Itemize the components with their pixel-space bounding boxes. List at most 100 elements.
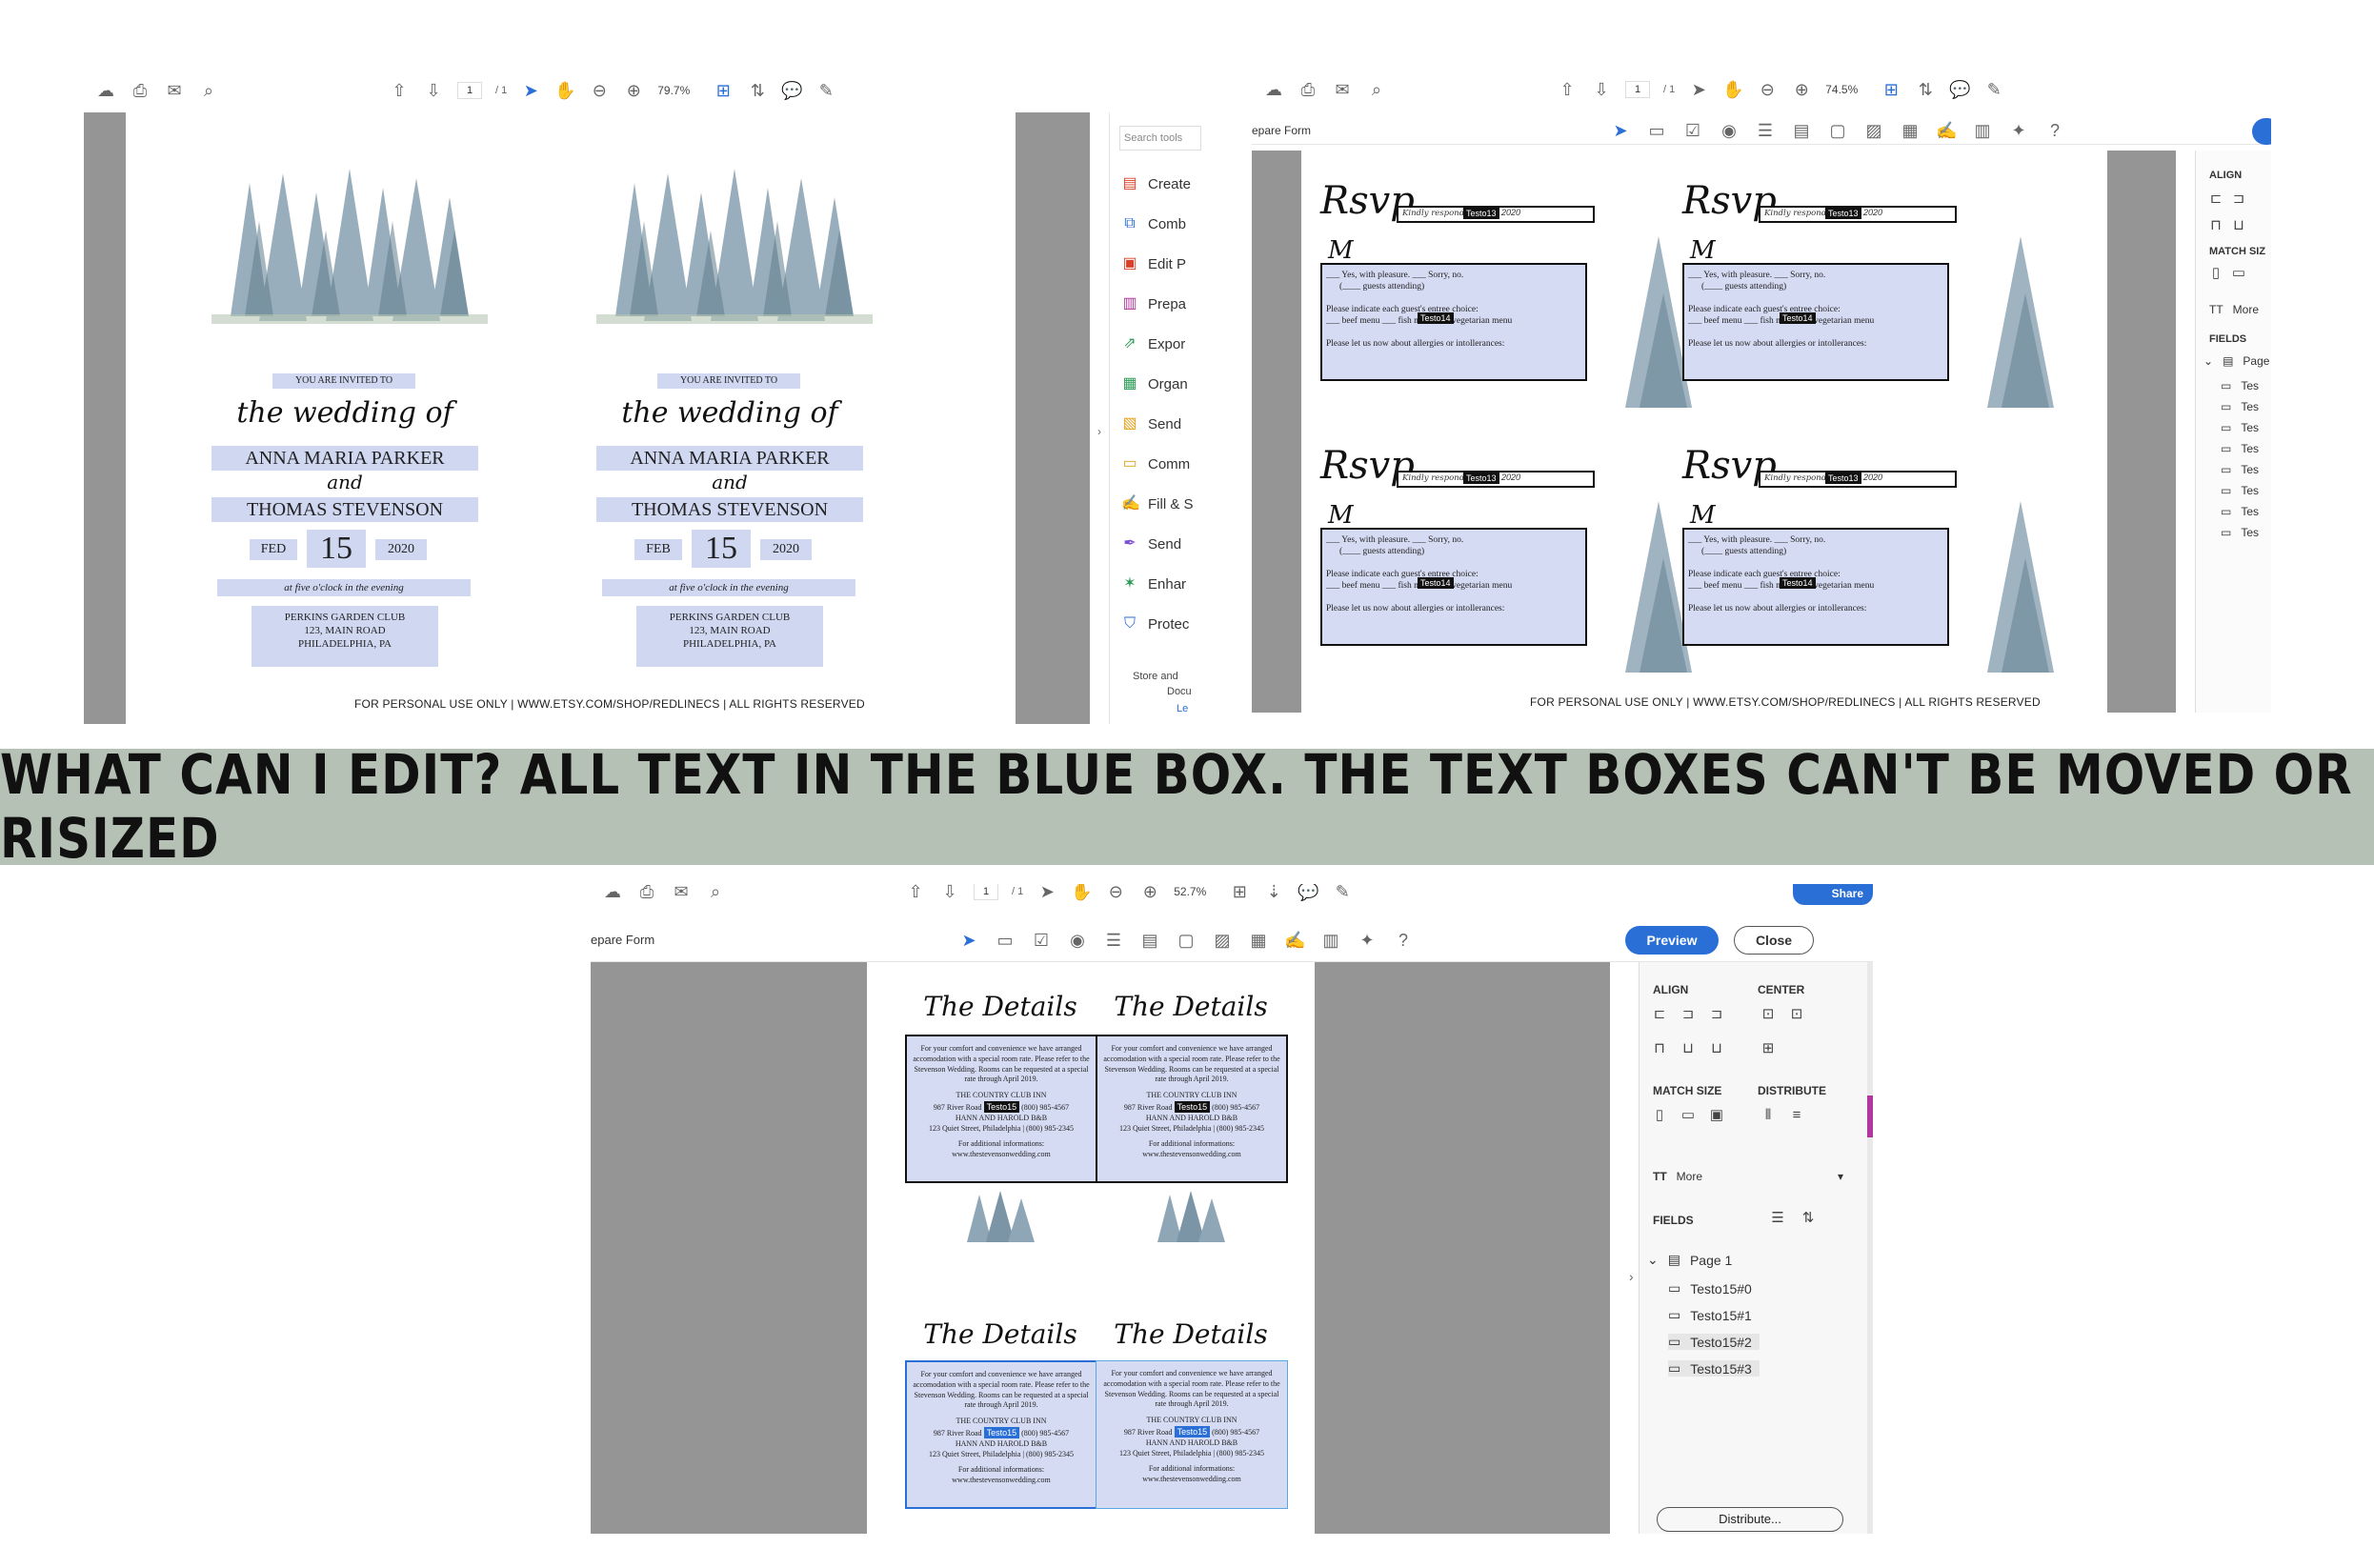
field-item[interactable]: ▭ Tes (2221, 421, 2259, 434)
fit-page-icon[interactable]: ⊞ (1881, 79, 1901, 100)
tool-enhance[interactable]: ✶ Enhar (1121, 575, 1186, 593)
search-tools-input[interactable]: Search tools (1119, 126, 1201, 151)
match-height-icon[interactable]: ▭ (1678, 1105, 1699, 1126)
tool-send-sign[interactable]: ✒ Send (1121, 535, 1181, 553)
list-box-icon[interactable]: ☰ (1755, 120, 1776, 141)
prev-page-icon[interactable]: ⇧ (389, 80, 410, 101)
pen-icon[interactable]: ✎ (815, 80, 836, 101)
share-button[interactable]: Share (1793, 884, 1873, 905)
image-icon[interactable]: ▨ (1863, 120, 1884, 141)
preview-button[interactable]: Preview (1625, 925, 1719, 955)
next-page-icon[interactable]: ⇩ (423, 80, 444, 101)
tool-protect[interactable]: ⛉ Protec (1121, 615, 1189, 633)
field-tag[interactable]: Testo13 (1463, 472, 1499, 484)
zoom-level[interactable]: 74.5% (1825, 83, 1867, 96)
center-horizontal-icon[interactable]: ⊡ (1758, 1004, 1779, 1025)
zoom-in-icon[interactable]: ⊕ (623, 80, 644, 101)
button-icon[interactable]: ▢ (1827, 120, 1848, 141)
prev-page-icon[interactable]: ⇧ (905, 884, 926, 902)
upload-icon[interactable]: ☁ (95, 80, 116, 101)
field-item[interactable]: ▭ Tes (2221, 442, 2259, 455)
select-field-icon[interactable]: ➤ (958, 930, 979, 951)
rsvp-edit-box[interactable]: ___ Yes, with pleasure. ___ Sorry, no. (… (1320, 263, 1587, 381)
checkbox-icon[interactable]: ☑ (1031, 930, 1052, 951)
scroll-mode-icon[interactable]: ⇣ (1263, 884, 1284, 902)
zoom-out-icon[interactable]: ⊖ (1105, 884, 1126, 902)
pen-icon[interactable]: ✎ (1332, 884, 1353, 902)
tool-comment[interactable]: ▭ Comm (1121, 455, 1190, 472)
field-item[interactable]: ▭ Testo15#0 (1668, 1280, 1752, 1297)
select-tool-icon[interactable]: ➤ (1688, 79, 1709, 100)
share-button-edge[interactable] (2252, 118, 2271, 145)
field-tag[interactable]: Testo15 (983, 1100, 1020, 1113)
comment-icon[interactable]: 💬 (1949, 79, 1970, 100)
signature-icon[interactable]: ✍ (1284, 930, 1305, 951)
match-both-icon[interactable]: ▣ (1706, 1105, 1727, 1126)
hand-tool-icon[interactable]: ✋ (554, 80, 575, 101)
align-hcenter-icon[interactable]: ⊐ (1678, 1004, 1699, 1025)
sort-order-icon[interactable]: ⇅ (1798, 1208, 1819, 1229)
zoom-in-icon[interactable]: ⊕ (1139, 884, 1160, 902)
field-item[interactable]: ▭ Tes (2221, 379, 2259, 392)
dropdown-icon[interactable]: ▤ (1139, 930, 1160, 951)
panel-collapse-icon[interactable]: › (1629, 1269, 1634, 1284)
center-vertical-icon[interactable]: ⊡ (1786, 1004, 1807, 1025)
sort-icon[interactable]: ☰ (1767, 1208, 1788, 1229)
more-button[interactable]: TT More (2209, 303, 2259, 316)
tool-combine[interactable]: ⧉ Comb (1121, 215, 1186, 232)
zoom-level[interactable]: 52.7% (1174, 885, 1216, 898)
page-input[interactable]: 1 (974, 884, 998, 900)
help-icon[interactable]: ? (1393, 930, 1414, 951)
upload-icon[interactable]: ☁ (602, 884, 623, 902)
page-input[interactable]: 1 (457, 82, 482, 99)
zoom-out-icon[interactable]: ⊖ (1757, 79, 1778, 100)
learn-more-link[interactable]: Le (1177, 703, 1188, 714)
center-both-icon[interactable]: ⊞ (1758, 1038, 1779, 1059)
align-top-icon[interactable]: ⊓ (2205, 215, 2226, 236)
print-icon[interactable]: ⎙ (636, 884, 657, 902)
prev-page-icon[interactable]: ⇧ (1557, 79, 1578, 100)
zoom-out-icon[interactable]: ⊖ (589, 80, 610, 101)
field-tag[interactable]: Testo15 (1174, 1100, 1211, 1113)
align-middle-icon[interactable]: ⊔ (1678, 1038, 1699, 1059)
align-bottom-icon[interactable]: ⊔ (1706, 1038, 1727, 1059)
rsvp-edit-box[interactable]: ___ Yes, with pleasure. ___ Sorry, no. (… (1320, 528, 1587, 646)
panel-collapse-icon[interactable]: › (1097, 425, 1101, 438)
rsvp-edit-box[interactable]: ___ Yes, with pleasure. ___ Sorry, no. (… (1682, 528, 1949, 646)
zoom-in-icon[interactable]: ⊕ (1791, 79, 1812, 100)
pin-icon[interactable]: ✦ (1357, 930, 1378, 951)
button-icon[interactable]: ▢ (1176, 930, 1197, 951)
align-right-icon[interactable]: ⊐ (1706, 1004, 1727, 1025)
date-icon[interactable]: ▦ (1248, 930, 1269, 951)
mail-icon[interactable]: ✉ (671, 884, 692, 902)
search-icon[interactable]: ⌕ (705, 884, 726, 902)
field-item[interactable]: ▭ Tes (2221, 526, 2259, 539)
align-left-icon[interactable]: ⊏ (1649, 1004, 1670, 1025)
tool-edit[interactable]: ▣ Edit P (1121, 255, 1186, 272)
tool-export[interactable]: ⇗ Expor (1121, 335, 1185, 352)
upload-icon[interactable]: ☁ (1263, 79, 1284, 100)
select-tool-icon[interactable]: ➤ (1036, 884, 1057, 902)
checkbox-icon[interactable]: ☑ (1682, 120, 1703, 141)
tool-prepare[interactable]: ▥ Prepa (1121, 295, 1186, 312)
page-node[interactable]: ⌄ ▤ Page (2203, 354, 2269, 368)
print-icon[interactable]: ⎙ (1298, 79, 1318, 100)
text-field-icon[interactable]: ▭ (995, 930, 1016, 951)
next-page-icon[interactable]: ⇩ (1591, 79, 1612, 100)
zoom-level[interactable]: 79.7% (657, 84, 699, 97)
distribute-button[interactable]: Distribute... (1657, 1507, 1843, 1532)
rsvp-edit-box[interactable]: ___ Yes, with pleasure. ___ Sorry, no. (… (1682, 263, 1949, 381)
select-field-icon[interactable]: ➤ (1610, 120, 1631, 141)
align-center-icon[interactable]: ⊐ (2228, 189, 2249, 210)
tool-organize[interactable]: ▦ Organ (1121, 375, 1187, 392)
search-icon[interactable]: ⌕ (1366, 79, 1387, 100)
details-edit-box-selected[interactable]: For your comfort and convenience we have… (905, 1360, 1097, 1509)
fit-page-icon[interactable]: ⊞ (713, 80, 734, 101)
field-tag[interactable]: Testo14 (1418, 577, 1454, 589)
field-tag[interactable]: Testo13 (1825, 208, 1861, 219)
search-icon[interactable]: ⌕ (198, 80, 219, 101)
hand-tool-icon[interactable]: ✋ (1071, 884, 1092, 902)
field-item[interactable]: ▭ Tes (2221, 505, 2259, 518)
fit-page-icon[interactable]: ⊞ (1229, 884, 1250, 902)
mail-icon[interactable]: ✉ (1332, 79, 1353, 100)
